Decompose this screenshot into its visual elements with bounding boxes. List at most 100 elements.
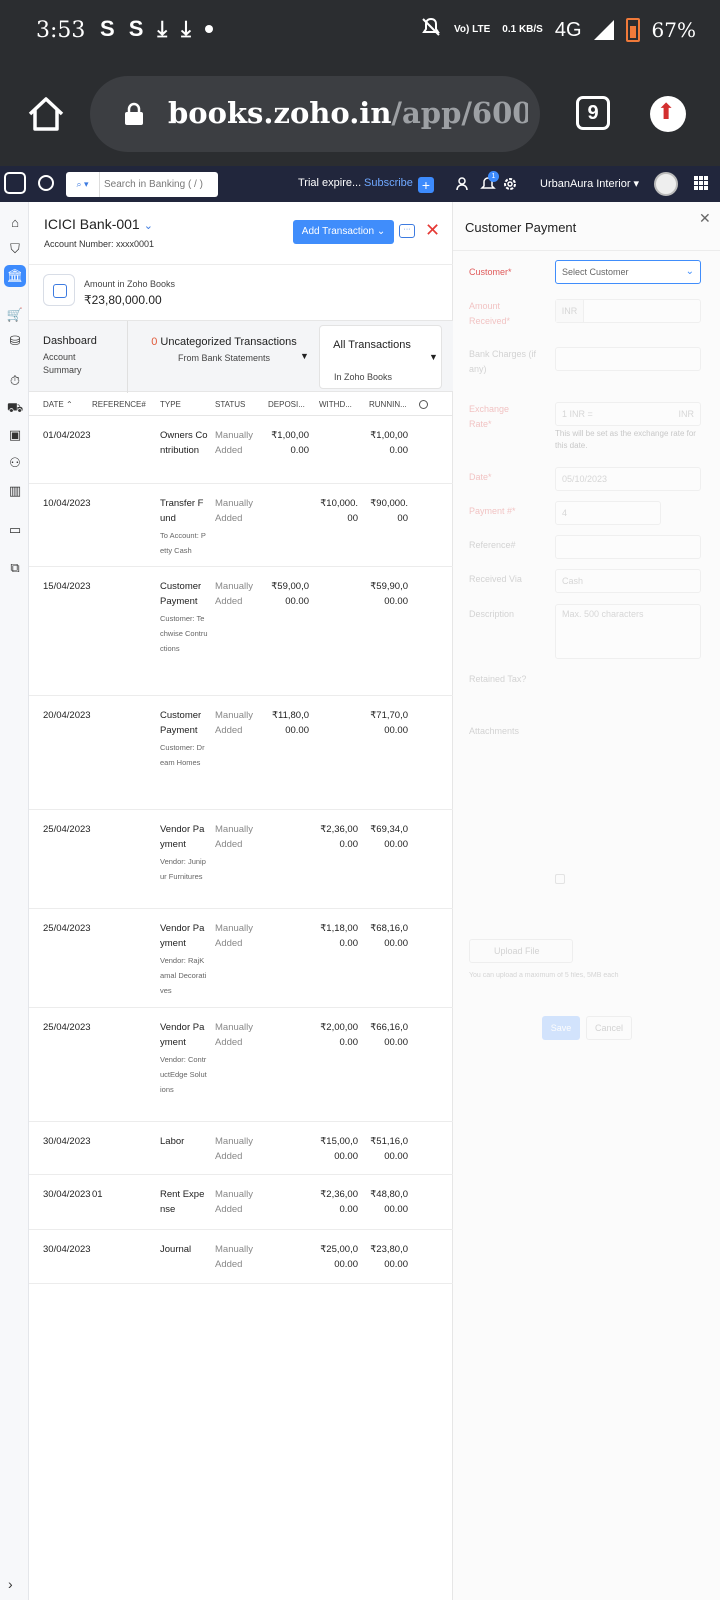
deposit-column-header[interactable]: DEPOSI... (268, 400, 305, 409)
browser-toolbar: books.zoho.in/app/60024 9 (0, 66, 720, 166)
battery-percent: 67% (651, 18, 696, 42)
table-row[interactable]: 25/04/2023 Vendor Payment Vendor: Junipur… (29, 810, 453, 909)
update-icon[interactable] (650, 96, 686, 132)
integrations-nav-icon[interactable]: ⧉ (4, 557, 26, 579)
exchange-rate-label: Exchange Rate* (469, 404, 510, 429)
app-launcher-grid-icon[interactable] (694, 176, 708, 190)
reference-input[interactable] (555, 535, 701, 559)
received-via-select[interactable]: Cash (555, 569, 701, 593)
table-row[interactable]: 20/04/2023 Customer Payment Customer: Dre… (29, 696, 453, 810)
home-nav-icon[interactable]: ⌂ (4, 212, 26, 234)
home-icon[interactable] (26, 94, 66, 134)
uncategorized-card[interactable]: 0 Uncategorized Transactions From Bank S… (139, 333, 309, 363)
bank-account-title[interactable]: ICICI Bank-001 ⌄ (44, 216, 153, 232)
table-row[interactable]: 10/04/2023 Transfer Fund To Account: Pett… (29, 484, 453, 567)
payment-number-input[interactable]: 4 (555, 501, 661, 525)
comments-icon[interactable]: ··· (399, 224, 415, 238)
search-box[interactable]: ⌕ ▾ Search in Banking ( / ) (66, 172, 218, 197)
date-column-header[interactable]: DATE ⌃ (43, 400, 73, 409)
table-row[interactable]: 15/04/2023 Customer Payment Customer: Tec… (29, 567, 453, 696)
running-balance-column-header[interactable]: RUNNIN... (369, 400, 407, 409)
exchange-rate-input[interactable]: 1 INR = INR (555, 402, 701, 426)
bank-account-name: ICICI Bank-001 (44, 216, 140, 232)
cell-date: 10/04/2023 (43, 498, 91, 509)
search-scope-dropdown[interactable]: ⌕ ▾ (66, 172, 100, 197)
save-button[interactable]: Save (542, 1016, 580, 1040)
time-tracking-nav-icon[interactable]: ⏱ (4, 370, 26, 392)
customer-select-value: Select Customer (562, 267, 629, 277)
items-nav-icon[interactable]: ⛉ (4, 238, 26, 260)
tab-switcher-button[interactable]: 9 (576, 96, 610, 130)
table-row[interactable]: 01/04/2023 Owners Contribution Manually … (29, 416, 453, 484)
purchases-bag-nav-icon[interactable]: ⛁ (4, 330, 26, 352)
bank-charges-input[interactable] (555, 347, 701, 371)
url-host: books.zoho.in (168, 96, 392, 130)
table-row[interactable]: 25/04/2023 Vendor Payment Vendor: RajKama… (29, 909, 453, 1008)
reference-column-header[interactable]: REFERENCE# (92, 400, 146, 409)
all-transactions-card[interactable]: All Transactions In Zoho Books ▼ (319, 325, 442, 389)
cell-date: 01/04/2023 (43, 430, 91, 441)
caret-down-icon[interactable]: ▼ (300, 351, 309, 361)
cell-date: 30/04/2023 (43, 1136, 91, 1147)
subscribe-link[interactable]: Subscribe (364, 177, 413, 189)
documents-folder-nav-icon[interactable]: ▭ (4, 519, 26, 541)
search-icon[interactable] (419, 400, 428, 409)
user-avatar[interactable] (654, 172, 678, 196)
table-row[interactable]: 30/04/2023 01 Rent Expense Manually Adde… (29, 1175, 453, 1230)
cell-date: 25/04/2023 (43, 1022, 91, 1033)
amount-value: ₹23,80,000.00 (84, 293, 162, 307)
cell-type-detail: Vendor: RajKamal Decoratives (160, 956, 207, 995)
cell-running-balance: ₹71,70,000.00 (370, 710, 408, 736)
accountant-nav-icon[interactable]: ⚇ (4, 452, 26, 474)
cell-type: Vendor Payment Vendor: Junipur Furnitures (160, 822, 208, 884)
organization-switcher[interactable]: UrbanAura Interior ▾ (540, 177, 639, 190)
banking-nav-icon[interactable]: 🏛 (4, 265, 26, 287)
url-text: books.zoho.in/app/60024 (168, 96, 528, 130)
dashboard-card[interactable]: Dashboard Account Summary (43, 335, 103, 377)
date-input[interactable]: 05/10/2023 (555, 467, 701, 491)
status-column-header[interactable]: STATUS (215, 400, 245, 409)
lock-icon (124, 102, 144, 126)
settings-gear-icon[interactable] (502, 176, 518, 192)
zoho-books-logo-icon[interactable] (4, 172, 26, 194)
expand-sidebar-chevron-icon[interactable]: › (8, 1576, 13, 1592)
retained-tax-checkbox[interactable] (555, 874, 565, 884)
divider (453, 250, 720, 251)
cell-date: 25/04/2023 (43, 923, 91, 934)
refer-users-icon[interactable] (456, 176, 472, 192)
cell-type-detail: Customer: Techwise Contructions (160, 614, 208, 653)
customer-select[interactable]: Select Customer ⌄ (555, 260, 701, 284)
trial-status[interactable]: Trial expire... (298, 177, 361, 189)
withdrawal-column-header[interactable]: WITHD... (319, 400, 352, 409)
table-row[interactable]: 30/04/2023 Journal Manually Added ₹25,00… (29, 1230, 453, 1284)
reports-chart-nav-icon[interactable]: ▥ (4, 480, 26, 502)
notifications-bell-icon[interactable]: 1 (480, 171, 499, 192)
caret-down-icon[interactable]: ▼ (429, 352, 438, 362)
cell-status: Manually Added (215, 1022, 254, 1048)
cell-date: 20/04/2023 (43, 710, 91, 721)
address-bar[interactable]: books.zoho.in/app/60024 (90, 76, 540, 152)
upload-file-button[interactable]: Upload File (469, 939, 573, 963)
description-textarea[interactable]: Max. 500 characters (555, 604, 701, 659)
cell-deposit: ₹11,80,000.00 (271, 710, 309, 736)
payment-number-label: Payment #* (469, 506, 516, 516)
recent-history-icon[interactable] (38, 175, 54, 191)
sales-cart-nav-icon[interactable]: 🛒 (4, 304, 26, 326)
type-column-header[interactable]: TYPE (160, 400, 181, 409)
table-row[interactable]: 25/04/2023 Vendor Payment Vendor: Contruc… (29, 1008, 453, 1122)
cell-running-balance: ₹51,16,000.00 (370, 1136, 408, 1162)
eway-bill-truck-nav-icon[interactable]: ⛟ (4, 397, 26, 419)
table-row[interactable]: 30/04/2023 Labor Manually Added ₹15,00,0… (29, 1122, 453, 1175)
add-transaction-button[interactable]: Add Transaction ⌄ (293, 220, 394, 244)
close-icon[interactable]: ✕ (699, 210, 711, 227)
cell-type: Rent Expense (160, 1187, 208, 1219)
search-input[interactable]: Search in Banking ( / ) (104, 172, 203, 197)
gst-filing-nav-icon[interactable]: ▣ (4, 424, 26, 446)
chevron-down-icon: ⌄ (685, 266, 694, 277)
cell-type-name: Owners Contribution (160, 430, 208, 456)
quick-create-button[interactable]: + (418, 177, 434, 193)
amount-received-input[interactable]: INR (555, 299, 701, 323)
close-icon[interactable]: ✕ (425, 220, 440, 241)
chevron-down-icon[interactable]: ⌄ (144, 220, 153, 232)
cancel-button[interactable]: Cancel (586, 1016, 632, 1040)
